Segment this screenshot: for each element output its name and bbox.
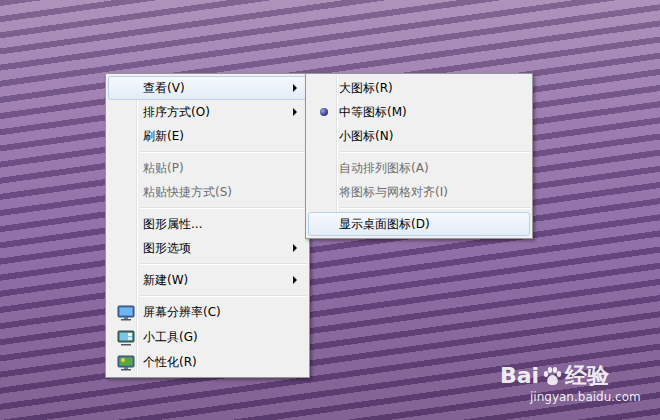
context-menu: 查看(V) 排序方式(O) 刷新(E) 粘贴(P) 粘贴快捷方式(S) 图形属性…	[105, 73, 310, 378]
submenu-item-label: 自动排列图标(A)	[339, 160, 529, 177]
submenu-arrow-icon	[292, 108, 298, 116]
watermark-brand: Bai	[500, 364, 539, 388]
submenu-item[interactable]: 显示桌面图标(D)	[308, 212, 530, 236]
submenu-arrow-icon	[292, 84, 298, 92]
radio-dot-icon	[320, 108, 328, 116]
menu-separator	[338, 148, 530, 156]
submenu-arrow-icon	[292, 276, 298, 284]
menu-item-label: 排序方式(O)	[143, 104, 306, 121]
submenu-item-label: 小图标(N)	[339, 128, 529, 145]
personalize-icon	[117, 355, 135, 371]
menu-item[interactable]: 刷新(E)	[108, 124, 307, 148]
menu-separator	[138, 292, 307, 300]
menu-item-label: 粘贴快捷方式(S)	[143, 184, 306, 201]
menu-item[interactable]: 图形选项	[108, 236, 307, 260]
watermark-url: jingyan.baidu.com	[530, 390, 641, 404]
menu-item[interactable]: 排序方式(O)	[108, 100, 307, 124]
gutter-line	[136, 76, 138, 375]
menu-item-label: 小工具(G)	[143, 329, 306, 346]
paw-icon	[541, 365, 563, 387]
desktop[interactable]: 查看(V) 排序方式(O) 刷新(E) 粘贴(P) 粘贴快捷方式(S) 图形属性…	[0, 0, 660, 420]
submenu-item[interactable]: 自动排列图标(A)	[308, 156, 530, 180]
watermark-suffix: 经验	[565, 364, 609, 388]
view-submenu: 大图标(R) 中等图标(M) 小图标(N) 自动排列图标(A) 将图标与网格对齐…	[305, 73, 533, 239]
menu-item-label: 屏幕分辨率(C)	[143, 304, 306, 321]
menu-item[interactable]: 图形属性...	[108, 212, 307, 236]
menu-item[interactable]: 粘贴快捷方式(S)	[108, 180, 307, 204]
submenu-item-label: 中等图标(M)	[339, 104, 529, 121]
submenu-arrow-icon	[292, 244, 298, 252]
menu-item-label: 刷新(E)	[143, 128, 306, 145]
display-icon	[117, 305, 135, 321]
submenu-item-label: 将图标与网格对齐(I)	[339, 184, 529, 201]
menu-separator	[138, 148, 307, 156]
menu-item[interactable]: 个性化(R)	[108, 350, 307, 375]
submenu-item[interactable]: 小图标(N)	[308, 124, 530, 148]
menu-item[interactable]: 新建(W)	[108, 268, 307, 292]
menu-item-label: 图形属性...	[143, 216, 306, 233]
menu-item-label: 新建(W)	[143, 272, 306, 289]
menu-item-label: 粘贴(P)	[143, 160, 306, 177]
submenu-item[interactable]: 大图标(R)	[308, 76, 530, 100]
watermark: Bai 经验 jingyan.baidu.com	[500, 364, 641, 404]
menu-item-label: 查看(V)	[143, 80, 306, 97]
submenu-item[interactable]: 将图标与网格对齐(I)	[308, 180, 530, 204]
submenu-item-label: 显示桌面图标(D)	[339, 216, 529, 233]
menu-item[interactable]: 屏幕分辨率(C)	[108, 300, 307, 325]
menu-item[interactable]: 查看(V)	[108, 76, 307, 100]
menu-item[interactable]: 小工具(G)	[108, 325, 307, 350]
menu-separator	[138, 204, 307, 212]
menu-item[interactable]: 粘贴(P)	[108, 156, 307, 180]
submenu-item-label: 大图标(R)	[339, 80, 529, 97]
menu-separator	[338, 204, 530, 212]
menu-item-label: 个性化(R)	[143, 354, 306, 371]
menu-separator	[138, 260, 307, 268]
submenu-item[interactable]: 中等图标(M)	[308, 100, 530, 124]
gadgets-icon	[117, 330, 135, 346]
menu-item-label: 图形选项	[143, 240, 306, 257]
